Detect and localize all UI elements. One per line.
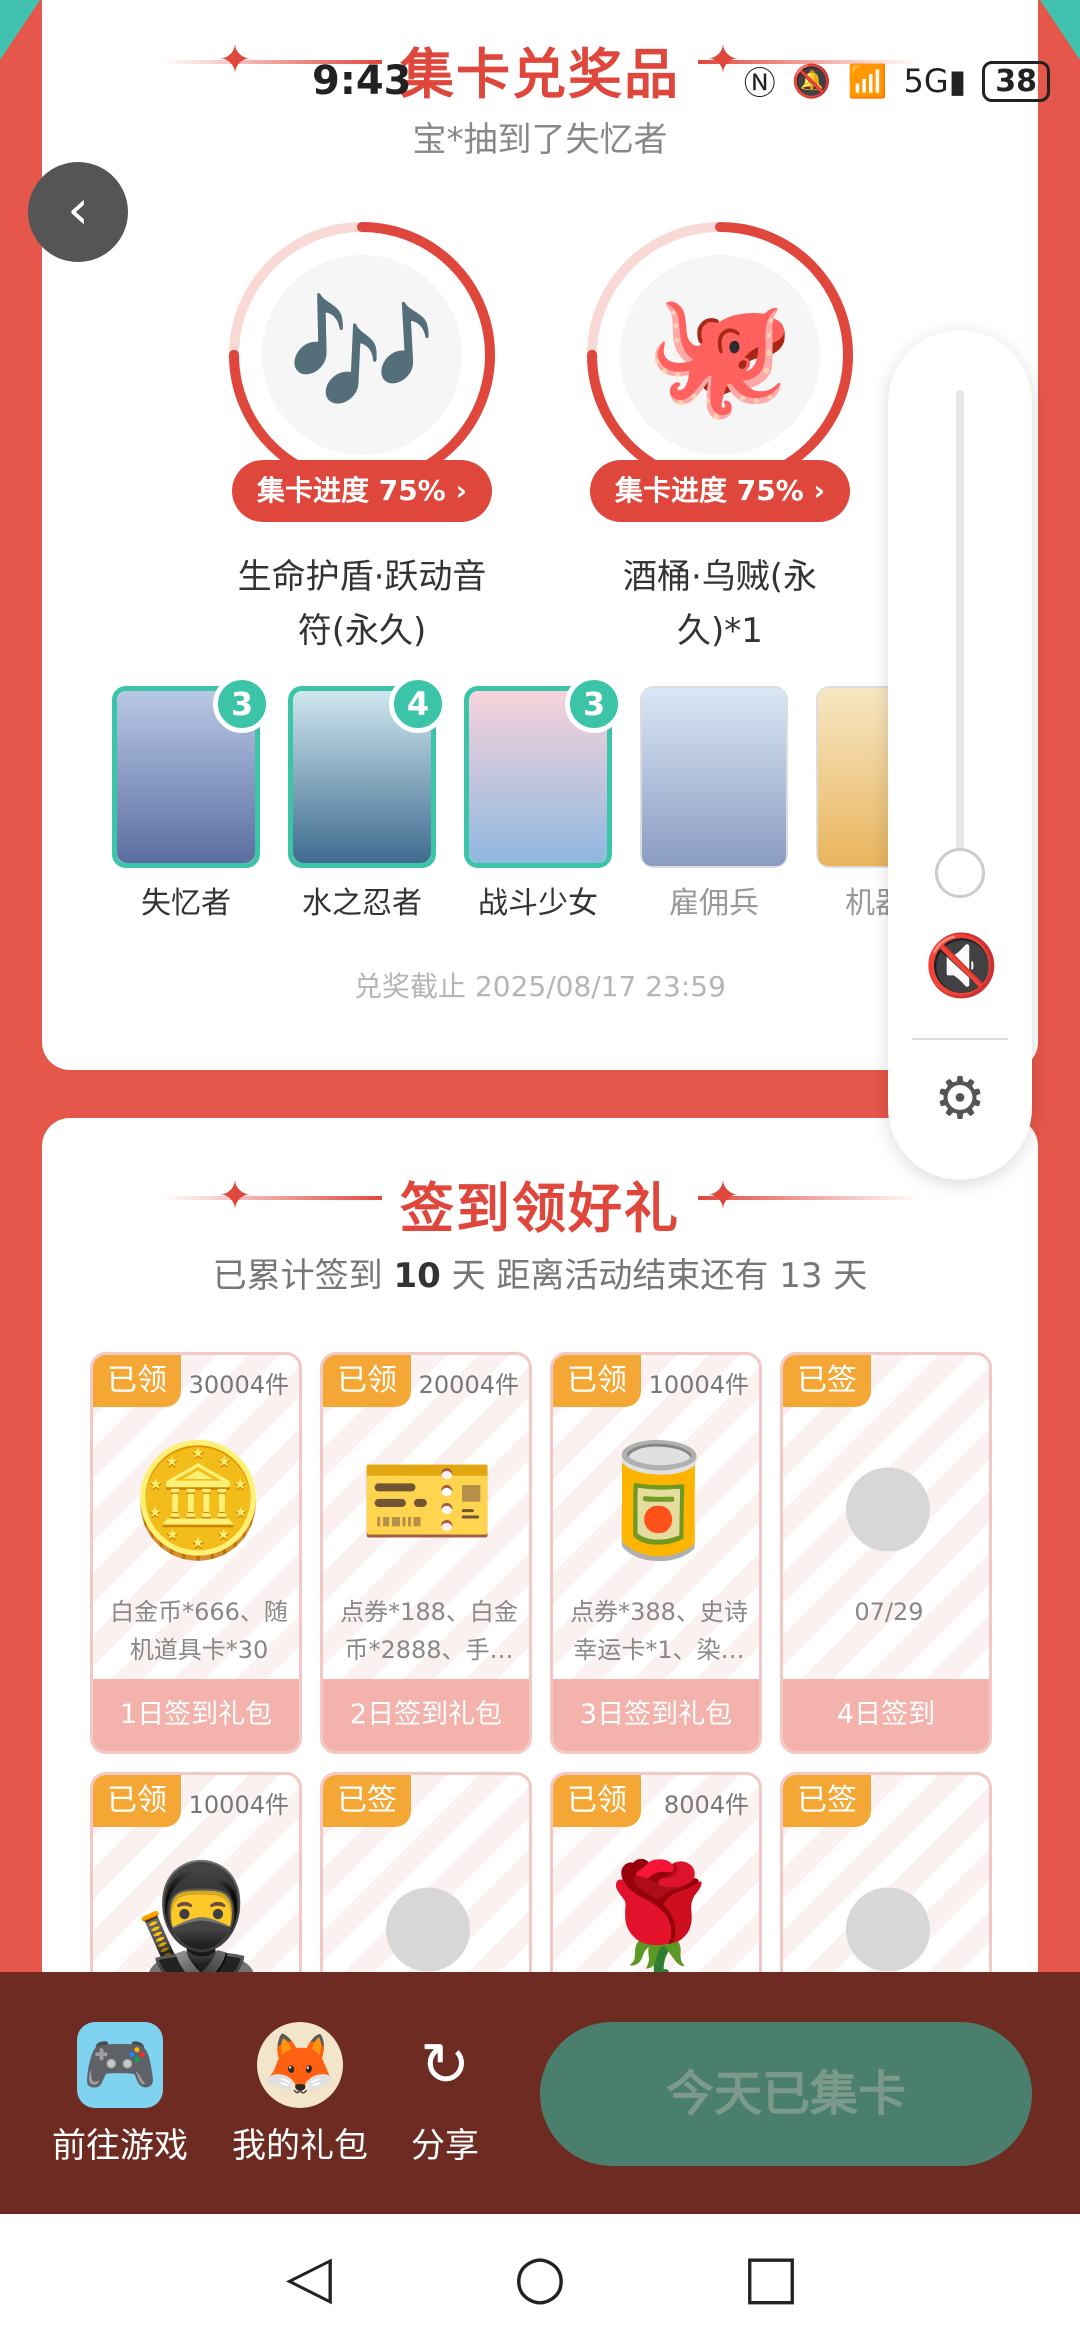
gift-status-tag: 已领 xyxy=(93,1775,181,1827)
prize-name: 酒桶·乌贼(永 久)*1 xyxy=(580,550,860,658)
gift-count: 10004件 xyxy=(648,1371,749,1399)
speaker-muted-icon[interactable]: 🔇 xyxy=(924,930,999,1002)
gift-reward-icon: 🌹 xyxy=(589,1856,727,1984)
prize-item[interactable]: 🎶 集卡进度 75% › 生命护盾·跃动音 符(永久) xyxy=(222,220,502,658)
count-badge: 3 xyxy=(565,675,623,733)
status-time: 9:43 xyxy=(312,58,412,104)
nav-recents-icon[interactable]: □ xyxy=(738,2244,804,2310)
my-gifts-label: 我的礼包 xyxy=(232,2126,368,2166)
stats-prefix: 已累计签到 xyxy=(212,1256,394,1296)
gift-reward-icon: 🥫 xyxy=(589,1436,727,1564)
volume-track[interactable] xyxy=(956,390,964,890)
chevron-left-icon: ‹ xyxy=(67,178,89,241)
battery-indicator: 38 xyxy=(982,60,1050,102)
nav-back-icon[interactable]: ◁ xyxy=(276,2244,342,2310)
wifi-icon: 📶 xyxy=(847,62,888,100)
divider xyxy=(912,1038,1008,1040)
bottom-action-bar: 🎮 前往游戏 🦊 我的礼包 ↻ 分享 今天已集卡 xyxy=(0,1972,1080,2214)
prize-name: 生命护盾·跃动音 符(永久) xyxy=(222,550,502,658)
count-badge: 4 xyxy=(389,675,447,733)
my-gifts-button[interactable]: 🦊 我的礼包 xyxy=(210,2022,390,2167)
signin-gift-card[interactable]: 已领 10004件 🥷 xyxy=(90,1772,302,1992)
character-card[interactable]: 雇佣兵 xyxy=(640,686,788,922)
character-card[interactable]: 3 战斗少女 xyxy=(464,675,623,922)
stats-days: 10 xyxy=(393,1256,441,1296)
character-portrait xyxy=(642,688,786,866)
progress-pill[interactable]: 集卡进度 75% › xyxy=(232,460,492,522)
octopus-icon: 🐙 xyxy=(620,255,820,455)
gift-status-tag: 已领 xyxy=(553,1775,641,1827)
music-notes-icon: 🎶 xyxy=(262,255,462,455)
gift-reward-icon: 🥷 xyxy=(129,1856,267,1984)
signin-gift-card[interactable]: 已领 20004件 🎫 点券*188、白金币*2888、手… 2日签到礼包 xyxy=(320,1352,532,1754)
title-line-right xyxy=(698,1196,918,1200)
gift-reward-icon: 🎫 xyxy=(359,1436,497,1564)
gift-footer: 3日签到礼包 xyxy=(553,1679,759,1751)
gift-status-tag: 已签 xyxy=(783,1775,871,1827)
gift-status-tag: 已领 xyxy=(553,1355,641,1407)
prize-name-line1: 生命护盾·跃动音 xyxy=(237,557,487,597)
character-name: 战斗少女 xyxy=(478,886,598,921)
gear-icon[interactable]: ⚙ xyxy=(926,1064,994,1132)
progress-pill[interactable]: 集卡进度 75% › xyxy=(590,460,850,522)
gift-footer: 1日签到礼包 xyxy=(93,1679,299,1751)
nav-home-icon[interactable]: ○ xyxy=(507,2244,573,2310)
gift-description: 07/29 xyxy=(854,1598,924,1626)
gift-status-tag: 已签 xyxy=(783,1355,871,1407)
gift-description: 点券*188、白金币*2888、手… xyxy=(340,1598,518,1664)
gift-count: 20004件 xyxy=(418,1371,519,1399)
prize-name-line2: 久)*1 xyxy=(677,611,763,651)
signin-gift-card[interactable]: 已领 10004件 🥫 点券*388、史诗幸运卡*1、染… 3日签到礼包 xyxy=(550,1352,762,1754)
gift-description: 白金币*666、随机道具卡*30 xyxy=(110,1598,288,1664)
signin-gift-card[interactable]: 已领 30004件 🪙 白金币*666、随机道具卡*30 1日签到礼包 xyxy=(90,1352,302,1754)
share-button[interactable]: ↻ 分享 xyxy=(390,2022,500,2167)
character-name: 雇佣兵 xyxy=(669,886,759,921)
share-icon: ↻ xyxy=(419,2030,471,2100)
share-label: 分享 xyxy=(411,2126,479,2166)
game-icon: 🎮 xyxy=(77,2022,163,2108)
placeholder-avatar-icon: ● xyxy=(380,1856,476,1984)
count-badge: 3 xyxy=(213,675,271,733)
placeholder-avatar-icon: ● xyxy=(840,1436,936,1564)
go-game-button[interactable]: 🎮 前往游戏 xyxy=(30,2022,210,2167)
signin-gift-card[interactable]: 已领 8004件 🌹 xyxy=(550,1772,762,1992)
volume-panel: 🔇 ⚙ xyxy=(888,330,1032,1180)
status-bar: 9:43 Ⓝ 🔕 📶 5G▮ 38 xyxy=(0,40,1080,120)
gift-avatar-icon: 🦊 xyxy=(257,2022,343,2108)
volume-slider-knob[interactable] xyxy=(935,848,985,898)
gift-count: 30004件 xyxy=(188,1371,289,1399)
signin-gift-card[interactable]: 已签 ● 07/29 4日签到 xyxy=(780,1352,992,1754)
mute-icon: 🔕 xyxy=(791,62,832,100)
go-game-label: 前往游戏 xyxy=(52,2126,188,2166)
character-card[interactable]: 4 水之忍者 xyxy=(288,675,447,922)
nfc-icon: Ⓝ xyxy=(743,64,776,102)
gift-reward-icon: 🪙 xyxy=(129,1436,267,1564)
placeholder-avatar-icon: ● xyxy=(840,1856,936,1984)
signin-stats: 已累计签到 10 天 距离活动结束还有 13 天 xyxy=(42,1248,1038,1297)
character-card[interactable]: 3 失忆者 xyxy=(112,675,271,922)
gift-status-tag: 已领 xyxy=(323,1355,411,1407)
character-name: 失忆者 xyxy=(141,886,231,921)
gift-count: 10004件 xyxy=(188,1791,289,1819)
signin-gift-card[interactable]: 已签 ● xyxy=(780,1772,992,1992)
gift-description: 点券*388、史诗幸运卡*1、染… xyxy=(570,1598,748,1664)
gift-count: 8004件 xyxy=(663,1791,749,1819)
section-title-signin: 签到领好礼 xyxy=(400,1177,680,1240)
prize-name-line1: 酒桶·乌贼(永 xyxy=(622,557,818,597)
character-name: 水之忍者 xyxy=(302,886,422,921)
prize-name-line2: 符(永久) xyxy=(297,611,427,651)
prize-item[interactable]: 🐙 集卡进度 75% › 酒桶·乌贼(永 久)*1 xyxy=(580,220,860,658)
gift-footer: 4日签到 xyxy=(783,1679,989,1751)
back-button[interactable]: ‹ xyxy=(28,162,128,262)
collected-today-button[interactable]: 今天已集卡 xyxy=(540,2022,1032,2166)
gift-status-tag: 已领 xyxy=(93,1355,181,1407)
signin-gift-card[interactable]: 已签 ● xyxy=(320,1772,532,1992)
stats-suffix: 天 距离活动结束还有 13 天 xyxy=(440,1256,868,1296)
system-nav-bar: ◁ ○ □ xyxy=(0,2214,1080,2340)
gift-footer: 2日签到礼包 xyxy=(323,1679,529,1751)
5g-signal-icon: 5G▮ xyxy=(903,62,967,100)
gift-status-tag: 已签 xyxy=(323,1775,411,1827)
